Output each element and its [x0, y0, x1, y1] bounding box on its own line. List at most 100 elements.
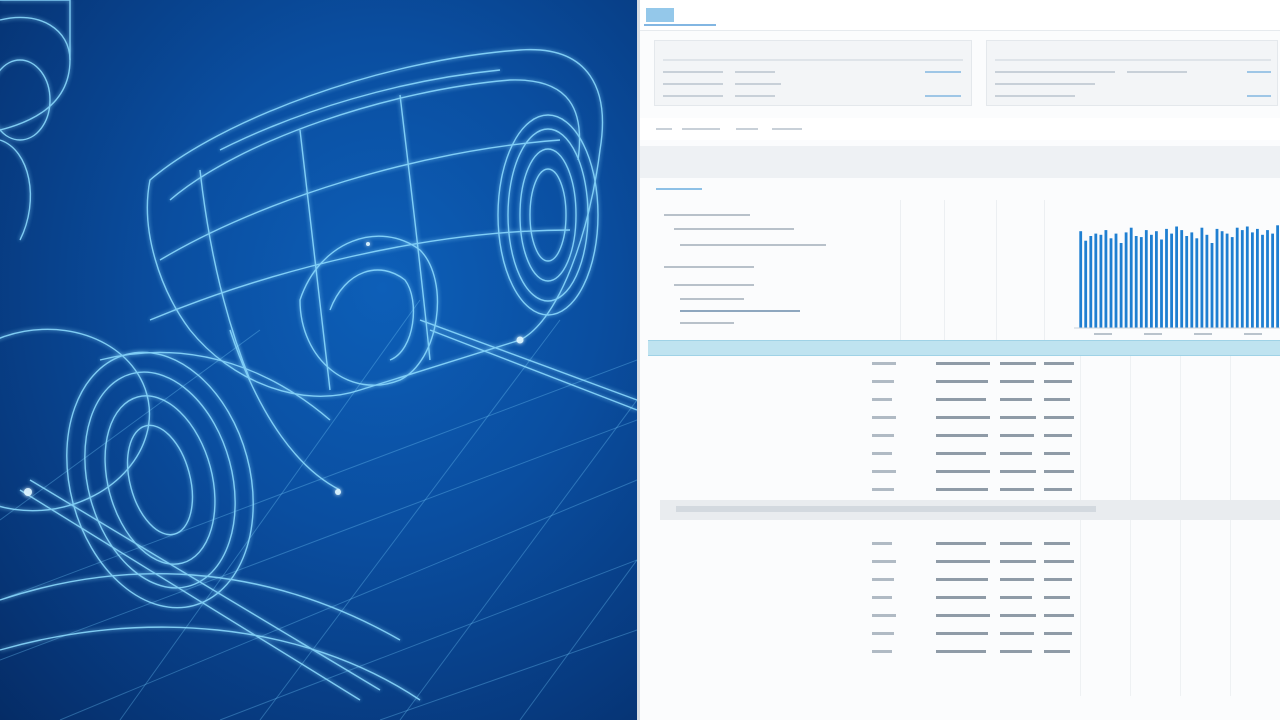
- table-cell: [936, 614, 990, 617]
- table-cell: [1000, 650, 1032, 653]
- group-header-bar: [676, 506, 1096, 512]
- tree-row[interactable]: [680, 298, 744, 300]
- tree-row[interactable]: [664, 214, 750, 216]
- grid-line: [900, 200, 901, 340]
- table-cell: [1044, 650, 1070, 653]
- bar-chart[interactable]: [1074, 200, 1280, 340]
- chart-bar[interactable]: [1261, 234, 1264, 328]
- table-cell: [872, 650, 892, 653]
- chart-bar[interactable]: [1251, 232, 1254, 328]
- table-cell: [936, 398, 986, 401]
- table-cell: [1000, 542, 1032, 545]
- chart-tick: [1094, 333, 1112, 335]
- table-cell: [936, 452, 986, 455]
- tree-row[interactable]: [680, 322, 734, 324]
- chart-bar[interactable]: [1124, 232, 1128, 328]
- chart-bar[interactable]: [1205, 234, 1209, 328]
- chart-bar[interactable]: [1089, 236, 1093, 328]
- panel-line: [1247, 95, 1271, 97]
- table-cell: [1000, 560, 1036, 563]
- chart-bar[interactable]: [1175, 226, 1178, 329]
- chart-bar[interactable]: [1114, 233, 1118, 328]
- chart-bar[interactable]: [1104, 230, 1108, 328]
- chart-bar[interactable]: [1185, 236, 1189, 328]
- chart-bar[interactable]: [1094, 233, 1098, 328]
- tab-item[interactable]: [772, 128, 802, 130]
- panel-line: [1247, 71, 1271, 73]
- chart-bar[interactable]: [1240, 230, 1244, 328]
- chart-bar[interactable]: [1134, 236, 1138, 328]
- chart-bar[interactable]: [1276, 225, 1279, 328]
- tree-row[interactable]: [664, 266, 754, 268]
- chart-bar[interactable]: [1230, 237, 1234, 328]
- panel-line: [663, 83, 723, 85]
- table-cell: [936, 596, 986, 599]
- table-cell: [1044, 452, 1070, 455]
- chart-bar[interactable]: [1190, 232, 1194, 328]
- grid-line: [996, 200, 997, 340]
- tree-row[interactable]: [674, 228, 794, 230]
- tree-row[interactable]: [680, 310, 800, 312]
- tab-item[interactable]: [736, 128, 758, 130]
- tab-bar: [640, 118, 1280, 140]
- grid-line: [1044, 200, 1045, 340]
- table-cell: [1044, 560, 1074, 563]
- tab-item[interactable]: [656, 128, 672, 130]
- column-line: [1180, 356, 1181, 696]
- chart-bar[interactable]: [1271, 233, 1274, 328]
- analytics-dashboard: [640, 0, 1280, 720]
- wireframe-viewport[interactable]: [0, 0, 637, 720]
- tree-list: [660, 206, 860, 336]
- tree-row[interactable]: [680, 244, 826, 246]
- table-cell: [1044, 434, 1072, 437]
- chart-bar[interactable]: [1210, 243, 1214, 328]
- tab-item[interactable]: [682, 128, 720, 130]
- chart-bar[interactable]: [1200, 227, 1204, 328]
- table-cell: [1044, 596, 1070, 599]
- chart-bar[interactable]: [1180, 230, 1184, 328]
- chart-bar[interactable]: [1170, 233, 1173, 328]
- panel-line: [735, 83, 781, 85]
- table-cell: [1000, 452, 1032, 455]
- chart-bar[interactable]: [1220, 231, 1224, 328]
- panel-line: [995, 71, 1115, 73]
- tree-row[interactable]: [674, 284, 754, 286]
- table-cell: [872, 578, 894, 581]
- table-cell: [1044, 470, 1074, 473]
- chart-bar[interactable]: [1150, 234, 1153, 328]
- chart-tick: [1194, 333, 1212, 335]
- filter-toolbar: [640, 146, 1280, 178]
- chart-bar[interactable]: [1079, 231, 1083, 328]
- chart-bar[interactable]: [1139, 237, 1143, 328]
- table-cell: [936, 578, 988, 581]
- table-cell: [936, 434, 988, 437]
- chart-bar[interactable]: [1155, 231, 1158, 328]
- chart-bar[interactable]: [1225, 233, 1229, 328]
- table-cell: [1044, 542, 1070, 545]
- chart-bar[interactable]: [1245, 226, 1249, 329]
- chart-bar[interactable]: [1129, 227, 1133, 328]
- chart-bar[interactable]: [1119, 243, 1123, 328]
- app-logo: [646, 8, 674, 22]
- table-cell: [936, 470, 990, 473]
- table-cell: [872, 362, 896, 365]
- chart-bar[interactable]: [1195, 238, 1199, 328]
- panel-line: [995, 95, 1075, 97]
- chart-bar[interactable]: [1144, 230, 1148, 328]
- table-cell: [936, 362, 990, 365]
- chart-bar[interactable]: [1215, 228, 1219, 328]
- chart-bar[interactable]: [1109, 238, 1113, 328]
- chart-bar[interactable]: [1084, 240, 1088, 328]
- bar-chart-svg: [1074, 225, 1280, 335]
- chart-tick: [1144, 333, 1162, 335]
- chart-bar[interactable]: [1266, 230, 1269, 328]
- selected-row-highlight[interactable]: [648, 340, 1280, 356]
- chart-bar[interactable]: [1256, 228, 1259, 328]
- section-title-line: [656, 188, 702, 190]
- chart-bar[interactable]: [1099, 234, 1103, 328]
- table-cell: [936, 560, 990, 563]
- table-cell: [1000, 416, 1036, 419]
- chart-bar[interactable]: [1165, 228, 1168, 328]
- chart-bar[interactable]: [1160, 239, 1163, 329]
- chart-bar[interactable]: [1235, 227, 1239, 328]
